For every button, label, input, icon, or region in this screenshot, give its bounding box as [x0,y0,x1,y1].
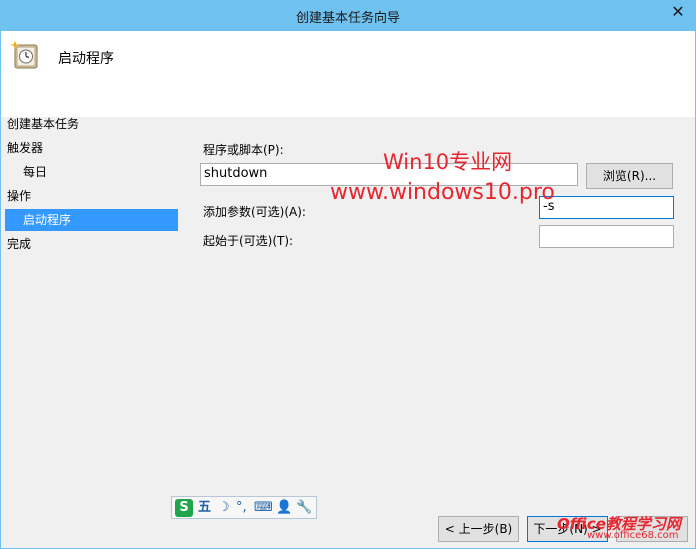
ime-punctuation-icon[interactable]: °, [236,499,247,516]
nav-item-create-basic-task[interactable]: 创建基本任务 [7,113,79,135]
clock-task-icon [10,41,38,69]
args-label: 添加参数(可选)(A): [203,205,306,219]
program-label: 程序或脚本(P): [203,143,284,157]
ime-keyboard-icon[interactable]: ⌨ [254,499,273,516]
nav-item-action[interactable]: 操作 [7,185,31,207]
args-input[interactable]: -s [539,196,674,219]
ime-user-icon[interactable]: 👤 [276,499,292,516]
wizard-header: 启动程序 [1,31,695,117]
startin-input[interactable] [539,225,674,248]
back-button[interactable]: < 上一步(B) [438,516,519,542]
page-title: 启动程序 [58,51,114,67]
window-title: 创建基本任务向导 [295,11,400,26]
nav-item-start-program[interactable]: 启动程序 [5,209,178,231]
program-input[interactable]: shutdown [200,163,578,186]
ime-mode-icon[interactable]: 五 [198,499,211,516]
cancel-button[interactable] [616,516,688,542]
ime-tool-icon[interactable]: 🔧 [296,499,312,516]
startin-label: 起始于(可选)(T): [203,234,294,248]
ime-toolbar: S 五 ☽ °, ⌨ 👤 🔧 [171,496,317,519]
nav-item-finish[interactable]: 完成 [7,233,31,255]
browse-button[interactable]: 浏览(R)... [586,163,673,189]
ime-width-icon[interactable]: ☽ [218,499,230,516]
nav-item-daily[interactable]: 每日 [23,161,47,183]
title-bar: 创建基本任务向导 ✕ [0,0,696,31]
next-button[interactable]: 下一步(N) > [527,516,608,542]
close-icon[interactable]: ✕ [664,2,692,24]
nav-item-trigger[interactable]: 触发器 [7,137,43,159]
ime-logo-icon[interactable]: S [175,499,193,517]
